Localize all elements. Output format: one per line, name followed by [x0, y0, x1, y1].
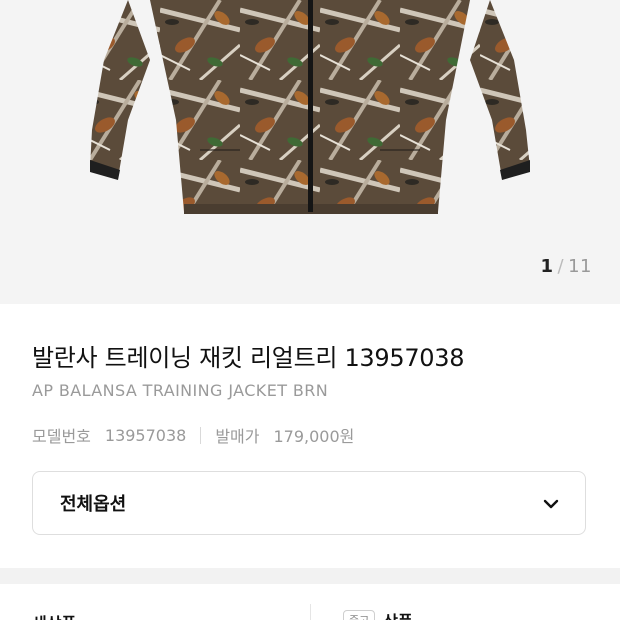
image-pagination: 1/11: [540, 256, 592, 277]
chevron-down-icon: [543, 494, 559, 513]
page-separator: /: [557, 256, 565, 277]
product-subtitle: AP BALANSA TRAINING JACKET BRN: [32, 381, 329, 400]
product-image: [90, 0, 530, 214]
section-divider: [0, 568, 620, 584]
option-select[interactable]: 전체옵션: [32, 471, 586, 535]
tab-used-label: 상품: [383, 608, 412, 620]
condition-tabs: 새상품 중고 상품: [0, 584, 620, 620]
option-select-label: 전체옵션: [60, 494, 127, 515]
release-price-value: 179,000원: [273, 427, 355, 446]
current-page: 1: [540, 256, 554, 277]
product-title: 발란사 트레이닝 재킷 리얼트리 13957038: [32, 344, 465, 372]
tab-divider: [310, 604, 311, 620]
model-number-value: 13957038: [104, 425, 187, 445]
tab-new[interactable]: 새상품: [32, 610, 76, 620]
model-number-label: 모델번호: [32, 427, 91, 446]
release-price-label: 발매가: [215, 427, 260, 446]
product-meta: 모델번호 13957038 발매가 179,000원: [32, 423, 354, 447]
tab-used[interactable]: 중고 상품: [343, 608, 413, 620]
product-image-gallery[interactable]: 1/11: [0, 0, 620, 304]
used-badge: 중고: [343, 610, 376, 620]
meta-divider: [200, 426, 202, 444]
total-pages: 11: [568, 256, 592, 277]
